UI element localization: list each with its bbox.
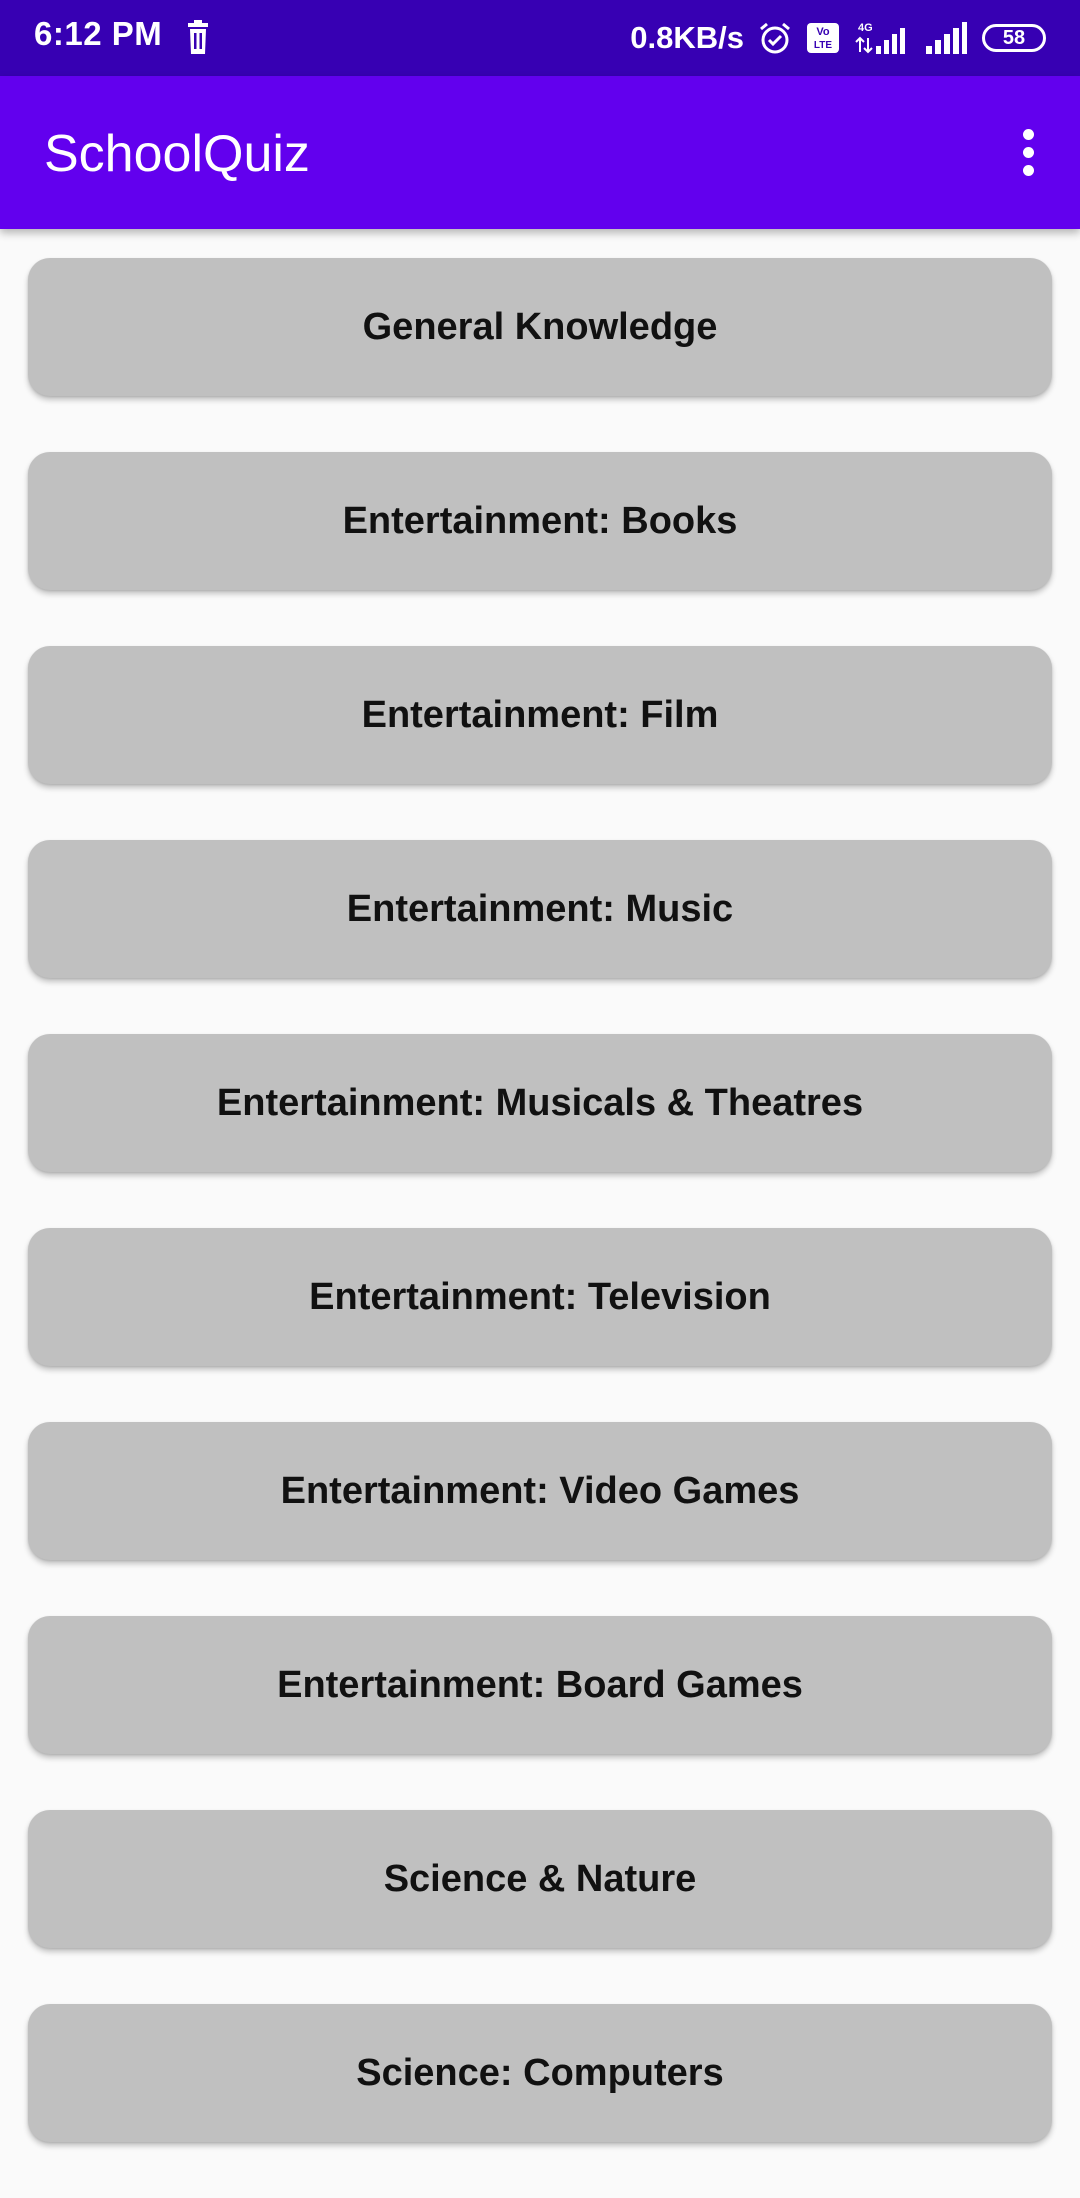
category-button-television[interactable]: Entertainment: Television xyxy=(28,1228,1052,1366)
category-button-video-games[interactable]: Entertainment: Video Games xyxy=(28,1422,1052,1560)
category-button-board-games[interactable]: Entertainment: Board Games xyxy=(28,1616,1052,1754)
category-button-books[interactable]: Entertainment: Books xyxy=(28,452,1052,590)
signal-4g-icon: 4G xyxy=(855,22,905,54)
svg-text:Vo: Vo xyxy=(816,26,830,38)
status-icons: 0.8KB/s Vo LTE 4G 58 xyxy=(630,14,1046,62)
category-button-science-nature[interactable]: Science & Nature xyxy=(28,1810,1052,1948)
svg-text:4G: 4G xyxy=(858,22,873,34)
category-button-film[interactable]: Entertainment: Film xyxy=(28,646,1052,784)
status-bar: 6:12 PM 0.8KB/s Vo LTE 4G 58 xyxy=(0,0,1080,76)
category-button-musicals-theatres[interactable]: Entertainment: Musicals & Theatres xyxy=(28,1034,1052,1172)
app-title: SchoolQuiz xyxy=(44,125,310,183)
more-vert-icon-dot xyxy=(1022,146,1034,158)
category-button-science-computers[interactable]: Science: Computers xyxy=(28,2004,1052,2142)
category-button-general-knowledge[interactable]: General Knowledge xyxy=(28,258,1052,396)
more-vert-icon xyxy=(1022,128,1034,140)
battery-icon: 58 xyxy=(982,24,1046,52)
category-list: General Knowledge Entertainment: Books E… xyxy=(28,258,1052,2198)
trash-icon xyxy=(188,20,208,54)
more-vert-icon-dot xyxy=(1022,164,1034,176)
svg-text:LTE: LTE xyxy=(814,40,832,51)
category-button-music[interactable]: Entertainment: Music xyxy=(28,840,1052,978)
signal-icon xyxy=(926,22,967,54)
network-speed: 0.8KB/s xyxy=(630,20,744,55)
app-bar: SchoolQuiz xyxy=(0,76,1080,229)
battery-level: 58 xyxy=(1002,26,1026,49)
volte-icon: Vo LTE xyxy=(807,23,839,53)
alarm-icon xyxy=(760,22,790,54)
overflow-menu-button[interactable] xyxy=(998,112,1058,192)
status-time: 6:12 PM xyxy=(34,15,163,52)
